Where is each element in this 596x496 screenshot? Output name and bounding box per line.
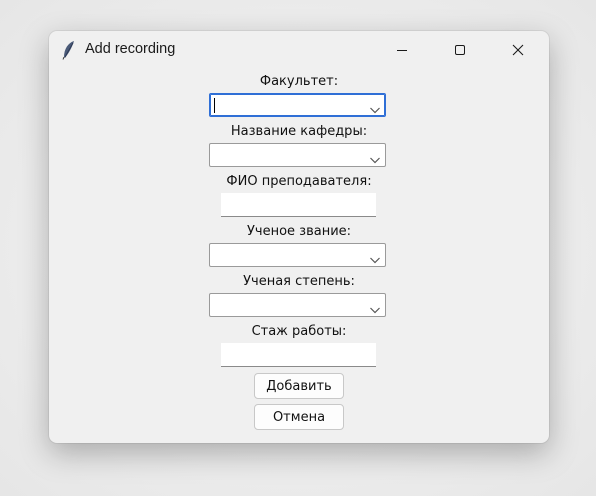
dialog-window: Add recording Факультет: Название кафедр…: [49, 31, 549, 443]
chevron-down-icon[interactable]: [369, 150, 381, 164]
experience-label: Стаж работы:: [251, 324, 347, 339]
chevron-down-icon[interactable]: [369, 100, 381, 114]
minimize-button[interactable]: [379, 31, 425, 69]
faculty-combobox[interactable]: [209, 93, 386, 117]
academic-title-label: Ученое звание:: [246, 224, 352, 239]
chevron-down-icon[interactable]: [369, 250, 381, 264]
text-caret: [214, 98, 215, 113]
title-bar[interactable]: Add recording: [49, 31, 549, 69]
window-title: Add recording: [85, 41, 176, 57]
academic-degree-label: Ученая степень:: [243, 274, 355, 289]
chevron-down-icon[interactable]: [369, 300, 381, 314]
teacher-name-input[interactable]: [221, 193, 376, 217]
close-button[interactable]: [495, 31, 541, 69]
experience-input[interactable]: [221, 343, 376, 367]
teacher-name-label: ФИО преподавателя:: [226, 174, 372, 189]
cancel-button[interactable]: Отмена: [254, 404, 344, 430]
feather-icon: [62, 40, 76, 60]
academic-degree-combobox[interactable]: [209, 293, 386, 317]
maximize-icon: [454, 41, 466, 60]
close-icon: [512, 41, 524, 60]
add-button[interactable]: Добавить: [254, 373, 344, 399]
department-combobox[interactable]: [209, 143, 386, 167]
academic-title-combobox[interactable]: [209, 243, 386, 267]
minimize-icon: [396, 41, 408, 60]
department-label: Название кафедры:: [230, 124, 368, 139]
maximize-button[interactable]: [437, 31, 483, 69]
form-content: Факультет: Название кафедры: ФИО препода…: [49, 69, 549, 443]
faculty-label: Факультет:: [259, 74, 339, 89]
